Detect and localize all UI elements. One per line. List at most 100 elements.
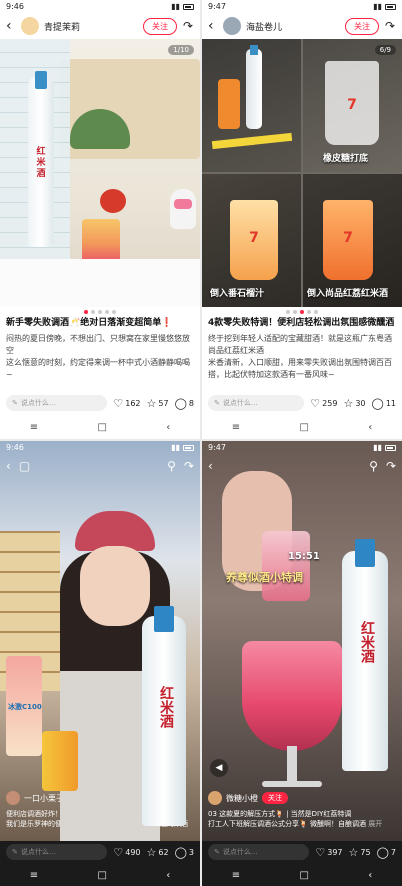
post-header: ‹ 海盐卷儿 关注 ↷ bbox=[202, 13, 402, 39]
bottle-cap bbox=[154, 606, 174, 632]
comment-count: 8 bbox=[188, 398, 194, 408]
collect-button[interactable]: ☆ 62 bbox=[147, 846, 169, 859]
cap bbox=[75, 511, 155, 551]
share-icon[interactable]: ↷ bbox=[182, 19, 194, 33]
avatar[interactable] bbox=[6, 791, 20, 805]
candy-pack bbox=[211, 132, 293, 150]
menu-icon[interactable]: ≡ bbox=[232, 422, 240, 433]
home-icon[interactable]: □ bbox=[299, 870, 308, 881]
figurine bbox=[170, 189, 196, 229]
pouring-cup bbox=[262, 531, 310, 601]
collect-button[interactable]: ☆ 30 bbox=[343, 397, 365, 410]
bottle-label: 红米酒 bbox=[36, 147, 46, 179]
comment-icon: ◯ bbox=[174, 845, 187, 859]
collect-button[interactable]: ☆ 57 bbox=[147, 397, 169, 410]
like-button[interactable]: ♡ 397 bbox=[315, 846, 342, 859]
star-icon: ☆ bbox=[146, 845, 157, 859]
follow-button[interactable]: 关注 bbox=[143, 17, 177, 35]
avatar[interactable] bbox=[21, 17, 39, 35]
soda-can bbox=[42, 731, 78, 791]
share-icon[interactable]: ↷ bbox=[384, 19, 396, 33]
step-photo-1 bbox=[202, 39, 301, 172]
expand-link[interactable]: 展开 bbox=[368, 820, 382, 828]
back-icon[interactable]: ‹ bbox=[208, 459, 213, 473]
post-header: ‹ 青提茉莉 关注 ↷ bbox=[0, 13, 200, 39]
comment-count: 7 bbox=[390, 847, 396, 857]
wine-bottle: 红米酒 bbox=[142, 606, 186, 826]
status-icons: ▮▮ bbox=[373, 443, 396, 452]
follow-button[interactable]: 关注 bbox=[345, 17, 379, 35]
menu-icon[interactable]: ≡ bbox=[232, 870, 240, 881]
heart-icon: ♡ bbox=[315, 845, 326, 859]
post-image[interactable]: 7 橡皮糖打底 7 倒入番石榴汁 7 倒入尚品红荔红米酒 6/9 bbox=[202, 39, 402, 307]
avatar[interactable] bbox=[208, 791, 222, 805]
comment-button[interactable]: ◯ 8 bbox=[175, 397, 194, 410]
home-icon[interactable]: □ bbox=[97, 870, 106, 881]
system-nav: ≡ □ ‹ bbox=[202, 420, 402, 434]
bottle-cap bbox=[355, 539, 375, 567]
menu-icon[interactable]: ≡ bbox=[30, 870, 38, 881]
action-bar: ✎ 说点什么... ♡ 490 ☆ 62 ◯ 3 bbox=[0, 841, 200, 863]
wine-bottle: 红米酒 bbox=[342, 539, 388, 771]
overlay-title: 养尊似酒小特调 bbox=[226, 571, 303, 584]
status-bar: 9:46 ▮▮ bbox=[0, 441, 200, 454]
status-bar: 9:47 ▮▮ bbox=[202, 441, 402, 454]
post-panel-1: 9:46 ▮▮ ‹ 青提茉莉 关注 ↷ 红米酒 1/10 新手零失败调酒🥂绝对日… bbox=[0, 0, 200, 439]
author-name[interactable]: 海盐卷儿 bbox=[246, 20, 340, 33]
comment-button[interactable]: ◯ 11 bbox=[372, 397, 397, 410]
like-button[interactable]: ♡ 162 bbox=[113, 397, 140, 410]
comment-button[interactable]: ◯ 7 bbox=[377, 846, 396, 859]
comment-input[interactable]: ✎ 说点什么... bbox=[208, 395, 305, 411]
home-icon[interactable]: □ bbox=[299, 422, 308, 433]
post-panel-2: 9:47 ▮▮ ‹ 海盐卷儿 关注 ↷ 7 橡皮糖打底 7 倒入番石榴汁 7 倒… bbox=[202, 0, 402, 439]
share-icon[interactable]: ↷ bbox=[386, 459, 396, 473]
action-bar: ✎ 说点什么... ♡ 162 ☆ 57 ◯ 8 bbox=[0, 392, 200, 414]
bottle-cap bbox=[35, 71, 47, 89]
mini-player-icon[interactable]: ▢ bbox=[19, 459, 30, 473]
post-body-line: 米香清新，入口顺甜，用来零失败调出氛围特调百百搭，比起伏特加这款酒有一番风味~ bbox=[208, 358, 392, 379]
menu-icon[interactable]: ≡ bbox=[30, 422, 38, 433]
step-caption-3: 倒入尚品红荔红米酒 bbox=[307, 289, 389, 299]
author-name[interactable]: 一口小栗子 bbox=[24, 793, 64, 804]
collect-count: 62 bbox=[158, 847, 169, 857]
collect-count: 57 bbox=[158, 398, 169, 408]
like-button[interactable]: ♡ 259 bbox=[310, 397, 337, 410]
comment-input[interactable]: ✎ 说点什么... bbox=[6, 395, 108, 411]
nav-back-icon[interactable]: ‹ bbox=[368, 870, 372, 881]
apple bbox=[100, 189, 126, 213]
star-icon: ☆ bbox=[348, 845, 359, 859]
search-icon[interactable]: ⚲ bbox=[167, 459, 176, 473]
nav-back-icon[interactable]: ‹ bbox=[166, 870, 170, 881]
back-icon[interactable]: ‹ bbox=[208, 18, 218, 34]
comment-count: 3 bbox=[188, 847, 194, 857]
volume-icon[interactable]: ◀ bbox=[210, 759, 228, 777]
back-icon[interactable]: ‹ bbox=[6, 18, 16, 34]
status-icons: ▮▮ bbox=[171, 2, 194, 11]
comment-input[interactable]: ✎ 说点什么... bbox=[6, 844, 108, 860]
comment-input[interactable]: ✎ 说点什么... bbox=[208, 844, 310, 860]
comment-button[interactable]: ◯ 3 bbox=[175, 846, 194, 859]
home-icon[interactable]: □ bbox=[97, 422, 106, 433]
heart-icon: ♡ bbox=[113, 396, 124, 410]
follow-button[interactable]: 关注 bbox=[262, 792, 288, 804]
post-content: 4款零失败特调！便利店轻松调出氛围感微醺酒 终于挖到年轻人适配的宝藏甜酒！就是这… bbox=[202, 317, 402, 381]
nav-back-icon[interactable]: ‹ bbox=[166, 422, 170, 433]
glass-base bbox=[262, 781, 322, 787]
avatar[interactable] bbox=[223, 17, 241, 35]
wine-bottle: 红米酒 bbox=[28, 71, 54, 247]
status-icons: ▮▮ bbox=[373, 2, 396, 11]
video-caption[interactable]: 03 这款夏的解压方式🍹 | 当然是DIY红荔特调 打工人下班解压调酒公式分享🍹… bbox=[208, 809, 398, 829]
video-frame[interactable]: 冰激C100 红米酒 bbox=[0, 441, 200, 841]
search-icon[interactable]: ⚲ bbox=[369, 459, 378, 473]
bottle-label: 红米酒 bbox=[158, 686, 174, 728]
video-frame[interactable]: 红米酒 15:51 养尊似酒小特调 bbox=[202, 441, 402, 841]
like-button[interactable]: ♡ 490 bbox=[113, 846, 140, 859]
author-name[interactable]: 微糖小橙 bbox=[226, 793, 258, 804]
status-time: 9:47 bbox=[208, 443, 226, 452]
post-image[interactable]: 红米酒 1/10 bbox=[0, 39, 200, 307]
author-name[interactable]: 青提茉莉 bbox=[44, 20, 138, 33]
share-icon[interactable]: ↷ bbox=[184, 459, 194, 473]
collect-button[interactable]: ☆ 75 bbox=[349, 846, 371, 859]
back-icon[interactable]: ‹ bbox=[6, 459, 11, 473]
nav-back-icon[interactable]: ‹ bbox=[368, 422, 372, 433]
